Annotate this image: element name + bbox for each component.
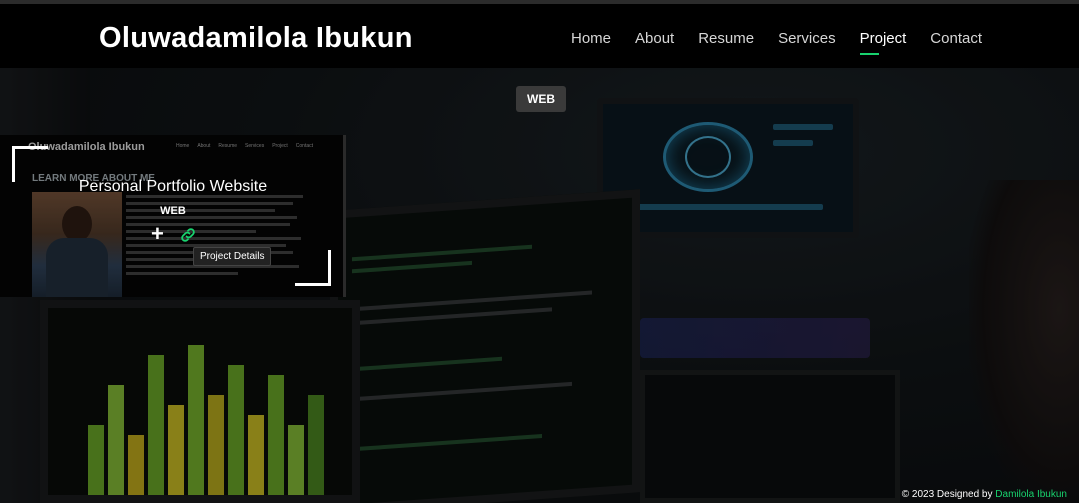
nav-project[interactable]: Project <box>859 30 906 55</box>
nav-about[interactable]: About <box>635 30 674 47</box>
footer-copyright: © 2023 Designed by <box>901 489 996 500</box>
corner-bracket-top-left <box>12 146 48 182</box>
nav-services[interactable]: Services <box>778 30 836 47</box>
site-brand[interactable]: Oluwadamilola Ibukun <box>99 22 413 55</box>
filter-web-button[interactable]: WEB <box>516 86 566 112</box>
project-category: WEB <box>160 205 186 217</box>
plus-icon[interactable]: + <box>151 223 164 245</box>
link-icon[interactable] <box>179 226 197 244</box>
project-title: Personal Portfolio Website <box>78 178 268 195</box>
corner-bracket-bottom-right <box>295 250 331 286</box>
site-footer: © 2023 Designed by Damilola Ibukun <box>902 489 1067 500</box>
main-nav: Home About Resume Services Project Conta… <box>571 30 982 55</box>
project-details-tooltip: Project Details <box>193 247 272 266</box>
footer-author-link[interactable]: Damilola Ibukun <box>995 489 1067 500</box>
project-card[interactable]: Oluwadamilola Ibukun Home About Resume S… <box>0 135 346 297</box>
nav-home[interactable]: Home <box>571 30 611 47</box>
nav-contact[interactable]: Contact <box>930 30 982 47</box>
site-header: Oluwadamilola Ibukun Home About Resume S… <box>0 0 1079 68</box>
nav-resume[interactable]: Resume <box>698 30 754 47</box>
